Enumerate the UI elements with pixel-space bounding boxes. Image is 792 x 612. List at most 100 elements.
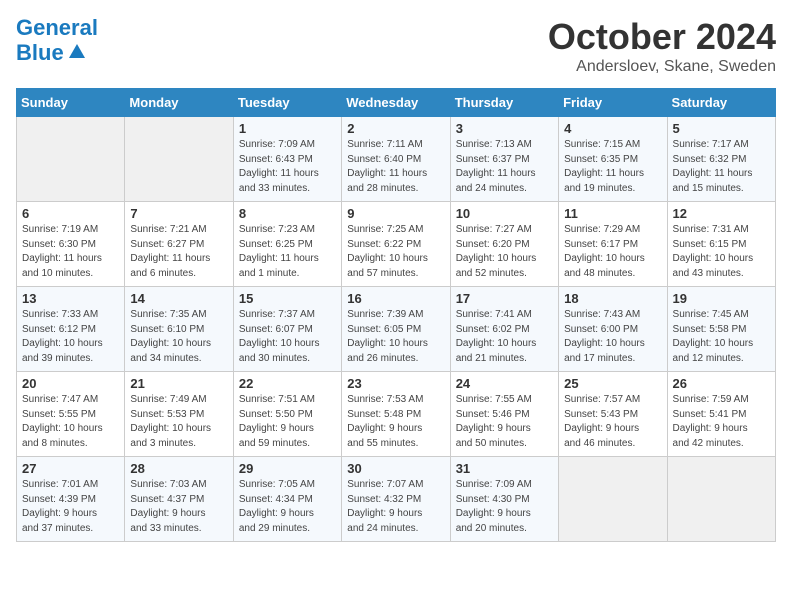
day-number: 19 <box>673 291 770 306</box>
calendar-cell: 30 Sunrise: 7:07 AM Sunset: 4:32 PM Dayli… <box>342 457 450 542</box>
day-info: Sunrise: 7:35 AM Sunset: 6:10 PM Dayligh… <box>130 308 227 366</box>
calendar-cell: 6Sunrise: 7:19 AM Sunset: 6:30 PM Daylig… <box>17 202 125 287</box>
day-info: Sunrise: 7:09 AM Sunset: 6:43 PM Dayligh… <box>239 138 336 196</box>
calendar-cell: 17 Sunrise: 7:41 AM Sunset: 6:02 PM Dayli… <box>450 287 558 372</box>
calendar-cell: 20 Sunrise: 7:47 AM Sunset: 5:55 PM Dayli… <box>17 372 125 457</box>
logo-text: General <box>16 16 98 40</box>
day-number: 7 <box>130 206 227 221</box>
day-info: Sunrise: 7:59 AM Sunset: 5:41 PM Dayligh… <box>673 393 770 451</box>
day-number: 22 <box>239 376 336 391</box>
day-number: 10 <box>456 206 553 221</box>
week-row-4: 20 Sunrise: 7:47 AM Sunset: 5:55 PM Dayli… <box>17 372 776 457</box>
week-row-5: 27 Sunrise: 7:01 AM Sunset: 4:39 PM Dayli… <box>17 457 776 542</box>
calendar-cell <box>667 457 775 542</box>
calendar-cell: 16 Sunrise: 7:39 AM Sunset: 6:05 PM Dayli… <box>342 287 450 372</box>
day-number: 14 <box>130 291 227 306</box>
day-info: Sunrise: 7:13 AM Sunset: 6:37 PM Dayligh… <box>456 138 553 196</box>
page-header: General Blue October 2024 Andersloev, Sk… <box>16 16 776 76</box>
day-header-sunday: Sunday <box>17 89 125 117</box>
calendar-cell: 1Sunrise: 7:09 AM Sunset: 6:43 PM Daylig… <box>233 117 341 202</box>
calendar-cell <box>17 117 125 202</box>
day-info: Sunrise: 7:51 AM Sunset: 5:50 PM Dayligh… <box>239 393 336 451</box>
calendar-cell: 27 Sunrise: 7:01 AM Sunset: 4:39 PM Dayli… <box>17 457 125 542</box>
calendar-cell: 19 Sunrise: 7:45 AM Sunset: 5:58 PM Dayli… <box>667 287 775 372</box>
calendar-header-row: SundayMondayTuesdayWednesdayThursdayFrid… <box>17 89 776 117</box>
day-info: Sunrise: 7:39 AM Sunset: 6:05 PM Dayligh… <box>347 308 444 366</box>
title-block: October 2024 Andersloev, Skane, Sweden <box>548 16 776 76</box>
calendar-table: SundayMondayTuesdayWednesdayThursdayFrid… <box>16 88 776 542</box>
calendar-cell: 14 Sunrise: 7:35 AM Sunset: 6:10 PM Dayli… <box>125 287 233 372</box>
day-number: 23 <box>347 376 444 391</box>
calendar-cell: 29 Sunrise: 7:05 AM Sunset: 4:34 PM Dayli… <box>233 457 341 542</box>
calendar-cell: 7 Sunrise: 7:21 AM Sunset: 6:27 PM Daylig… <box>125 202 233 287</box>
day-info: Sunrise: 7:17 AM Sunset: 6:32 PM Dayligh… <box>673 138 770 196</box>
day-number: 17 <box>456 291 553 306</box>
day-number: 11 <box>564 206 661 221</box>
day-number: 4 <box>564 121 661 136</box>
calendar-body: 1Sunrise: 7:09 AM Sunset: 6:43 PM Daylig… <box>17 117 776 542</box>
day-number: 15 <box>239 291 336 306</box>
calendar-cell: 11Sunrise: 7:29 AM Sunset: 6:17 PM Dayli… <box>559 202 667 287</box>
calendar-cell: 3 Sunrise: 7:13 AM Sunset: 6:37 PM Daylig… <box>450 117 558 202</box>
day-info: Sunrise: 7:49 AM Sunset: 5:53 PM Dayligh… <box>130 393 227 451</box>
day-header-saturday: Saturday <box>667 89 775 117</box>
day-number: 9 <box>347 206 444 221</box>
day-number: 29 <box>239 461 336 476</box>
day-info: Sunrise: 7:27 AM Sunset: 6:20 PM Dayligh… <box>456 223 553 281</box>
calendar-cell: 28 Sunrise: 7:03 AM Sunset: 4:37 PM Dayli… <box>125 457 233 542</box>
day-number: 26 <box>673 376 770 391</box>
calendar-cell: 22 Sunrise: 7:51 AM Sunset: 5:50 PM Dayli… <box>233 372 341 457</box>
day-number: 25 <box>564 376 661 391</box>
calendar-cell: 4 Sunrise: 7:15 AM Sunset: 6:35 PM Daylig… <box>559 117 667 202</box>
calendar-cell: 31 Sunrise: 7:09 AM Sunset: 4:30 PM Dayli… <box>450 457 558 542</box>
calendar-cell: 26 Sunrise: 7:59 AM Sunset: 5:41 PM Dayli… <box>667 372 775 457</box>
day-info: Sunrise: 7:41 AM Sunset: 6:02 PM Dayligh… <box>456 308 553 366</box>
day-info: Sunrise: 7:19 AM Sunset: 6:30 PM Dayligh… <box>22 223 119 281</box>
day-info: Sunrise: 7:15 AM Sunset: 6:35 PM Dayligh… <box>564 138 661 196</box>
calendar-cell: 10 Sunrise: 7:27 AM Sunset: 6:20 PM Dayli… <box>450 202 558 287</box>
day-info: Sunrise: 7:09 AM Sunset: 4:30 PM Dayligh… <box>456 478 553 536</box>
calendar-cell: 24 Sunrise: 7:55 AM Sunset: 5:46 PM Dayli… <box>450 372 558 457</box>
calendar-cell: 23 Sunrise: 7:53 AM Sunset: 5:48 PM Dayli… <box>342 372 450 457</box>
day-number: 16 <box>347 291 444 306</box>
week-row-1: 1Sunrise: 7:09 AM Sunset: 6:43 PM Daylig… <box>17 117 776 202</box>
day-number: 21 <box>130 376 227 391</box>
day-number: 28 <box>130 461 227 476</box>
day-info: Sunrise: 7:21 AM Sunset: 6:27 PM Dayligh… <box>130 223 227 281</box>
day-header-tuesday: Tuesday <box>233 89 341 117</box>
calendar-cell: 2Sunrise: 7:11 AM Sunset: 6:40 PM Daylig… <box>342 117 450 202</box>
day-info: Sunrise: 7:45 AM Sunset: 5:58 PM Dayligh… <box>673 308 770 366</box>
day-info: Sunrise: 7:57 AM Sunset: 5:43 PM Dayligh… <box>564 393 661 451</box>
day-info: Sunrise: 7:03 AM Sunset: 4:37 PM Dayligh… <box>130 478 227 536</box>
calendar-cell: 12Sunrise: 7:31 AM Sunset: 6:15 PM Dayli… <box>667 202 775 287</box>
day-number: 18 <box>564 291 661 306</box>
day-number: 24 <box>456 376 553 391</box>
week-row-3: 13Sunrise: 7:33 AM Sunset: 6:12 PM Dayli… <box>17 287 776 372</box>
day-number: 31 <box>456 461 553 476</box>
day-info: Sunrise: 7:07 AM Sunset: 4:32 PM Dayligh… <box>347 478 444 536</box>
day-info: Sunrise: 7:33 AM Sunset: 6:12 PM Dayligh… <box>22 308 119 366</box>
day-info: Sunrise: 7:53 AM Sunset: 5:48 PM Dayligh… <box>347 393 444 451</box>
day-number: 20 <box>22 376 119 391</box>
calendar-cell <box>559 457 667 542</box>
day-header-monday: Monday <box>125 89 233 117</box>
day-header-friday: Friday <box>559 89 667 117</box>
day-info: Sunrise: 7:47 AM Sunset: 5:55 PM Dayligh… <box>22 393 119 451</box>
day-number: 5 <box>673 121 770 136</box>
day-header-thursday: Thursday <box>450 89 558 117</box>
day-info: Sunrise: 7:11 AM Sunset: 6:40 PM Dayligh… <box>347 138 444 196</box>
day-info: Sunrise: 7:55 AM Sunset: 5:46 PM Dayligh… <box>456 393 553 451</box>
day-info: Sunrise: 7:05 AM Sunset: 4:34 PM Dayligh… <box>239 478 336 536</box>
calendar-cell: 18 Sunrise: 7:43 AM Sunset: 6:00 PM Dayli… <box>559 287 667 372</box>
day-number: 27 <box>22 461 119 476</box>
month-title: October 2024 <box>548 16 776 58</box>
calendar-cell <box>125 117 233 202</box>
day-info: Sunrise: 7:43 AM Sunset: 6:00 PM Dayligh… <box>564 308 661 366</box>
day-number: 30 <box>347 461 444 476</box>
day-info: Sunrise: 7:25 AM Sunset: 6:22 PM Dayligh… <box>347 223 444 281</box>
day-info: Sunrise: 7:01 AM Sunset: 4:39 PM Dayligh… <box>22 478 119 536</box>
calendar-cell: 21 Sunrise: 7:49 AM Sunset: 5:53 PM Dayli… <box>125 372 233 457</box>
day-number: 8 <box>239 206 336 221</box>
day-number: 3 <box>456 121 553 136</box>
logo: General Blue <box>16 16 98 65</box>
